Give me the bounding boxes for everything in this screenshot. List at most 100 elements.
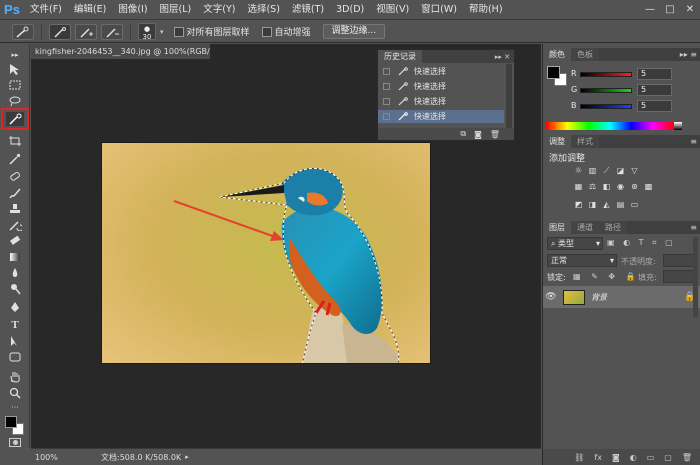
layer-filter-icons[interactable]: ▣ ◐ T ⌗ ▢ (607, 238, 676, 248)
brush-tool-icon[interactable] (6, 186, 24, 200)
menu-layer[interactable]: 图层(L) (154, 0, 198, 20)
channel-mixer-icon[interactable]: ⊛ (629, 182, 640, 192)
restore-button[interactable]: □ (660, 0, 680, 20)
menu-edit[interactable]: 编辑(E) (68, 0, 112, 20)
history-item[interactable]: 快速选择 (378, 80, 504, 93)
lasso-tool-icon[interactable] (6, 94, 24, 108)
crop-tool-icon[interactable] (6, 134, 24, 148)
red-value-field[interactable]: 5 (637, 68, 672, 80)
sample-all-layers-option[interactable]: 对所有图层取样 (173, 25, 250, 38)
history-snapshot-checkbox[interactable] (383, 83, 390, 90)
hand-tool-icon[interactable] (6, 370, 24, 384)
history-snapshot-checkbox[interactable] (383, 98, 390, 105)
camera-snapshot-icon[interactable]: ◙ (474, 130, 482, 139)
history-item[interactable]: 快速选择 (378, 95, 504, 108)
new-document-from-state-icon[interactable]: ⧉ (460, 129, 466, 139)
black-white-icon[interactable]: ◧ (601, 182, 612, 192)
history-snapshot-checkbox[interactable] (383, 113, 390, 120)
exposure-icon[interactable]: ◪ (615, 166, 626, 176)
pen-tool-icon[interactable] (6, 300, 24, 314)
green-slider[interactable] (580, 88, 632, 93)
blue-slider[interactable] (580, 104, 632, 109)
threshold-icon[interactable]: ◭ (601, 200, 612, 210)
tab-channels[interactable]: 通道 (571, 221, 599, 234)
eraser-tool-icon[interactable] (6, 234, 24, 248)
history-scrollbar[interactable] (506, 64, 512, 128)
clone-stamp-tool-icon[interactable] (6, 202, 24, 216)
new-layer-icon[interactable]: ▢ (664, 453, 672, 462)
close-button[interactable]: ✕ (680, 0, 700, 20)
healing-brush-tool-icon[interactable] (6, 170, 24, 184)
trash-icon[interactable]: 🗑 (682, 453, 692, 462)
document-info[interactable]: 文档:508.0 K/508.0K (61, 452, 181, 463)
image-canvas[interactable] (101, 142, 431, 364)
blur-tool-icon[interactable] (6, 266, 24, 280)
history-brush-tool-icon[interactable] (6, 218, 24, 232)
eyedropper-tool-icon[interactable] (6, 152, 24, 166)
status-arrow-icon[interactable]: ▸ (185, 453, 189, 461)
new-selection-mode[interactable] (49, 23, 71, 40)
black-white-ramp[interactable] (674, 122, 682, 130)
hue-saturation-icon[interactable]: ▦ (573, 182, 584, 192)
posterize-icon[interactable]: ◨ (587, 200, 598, 210)
marquee-tool-icon[interactable] (6, 78, 24, 92)
auto-enhance-option[interactable]: 自动增强 (261, 25, 311, 38)
brush-size-picker[interactable]: ● 30 (138, 23, 156, 41)
tab-adjustments[interactable]: 调整 (543, 135, 571, 148)
menu-3d[interactable]: 3D(D) (330, 0, 370, 20)
zoom-level[interactable]: 100% (31, 453, 61, 462)
quick-mask-icon[interactable] (9, 438, 21, 447)
tab-styles[interactable]: 样式 (571, 135, 599, 148)
menu-view[interactable]: 视图(V) (370, 0, 415, 20)
menu-image[interactable]: 图像(I) (112, 0, 153, 20)
adjustment-layer-icon[interactable]: ◐ (630, 453, 637, 462)
dodge-tool-icon[interactable] (6, 282, 24, 296)
layers-scrollbar[interactable] (693, 237, 698, 317)
vibrance-icon[interactable]: ▽ (629, 166, 640, 176)
tab-layers[interactable]: 图层 (543, 221, 571, 234)
path-selection-tool-icon[interactable] (6, 334, 24, 348)
new-group-icon[interactable]: ▭ (647, 453, 655, 462)
auto-enhance-checkbox[interactable] (261, 26, 272, 37)
opacity-field[interactable] (663, 254, 695, 267)
more-tools-icon[interactable]: ··· (6, 400, 24, 414)
blend-mode-select[interactable]: 正常 ▾ (547, 254, 617, 267)
document-tab[interactable]: kingfisher-2046453__340.jpg @ 100%(RGB/8… (31, 44, 211, 59)
layer-name[interactable]: 背景 (591, 292, 684, 303)
history-snapshot-checkbox[interactable] (383, 68, 390, 75)
tab-paths[interactable]: 路径 (599, 221, 627, 234)
tab-swatches[interactable]: 色板 (571, 48, 599, 61)
color-lookup-icon[interactable]: ▩ (643, 182, 654, 192)
fill-field[interactable] (663, 270, 695, 283)
history-item-selected[interactable]: 快速选择 (378, 110, 504, 123)
gradient-map-icon[interactable]: ▭ (629, 200, 640, 210)
menu-type[interactable]: 文字(Y) (197, 0, 241, 20)
tab-color[interactable]: 颜色 (543, 48, 571, 61)
panel-menu-icon[interactable]: ≡ (690, 137, 697, 146)
subtract-from-selection-mode[interactable] (101, 23, 123, 40)
tab-history[interactable]: 历史记录 (378, 50, 422, 63)
lock-icons[interactable]: ▦ ✎ ✥ 🔒 (573, 272, 640, 281)
tool-preset-picker[interactable] (12, 23, 34, 40)
refine-edge-button[interactable]: 调整边缘... (322, 24, 386, 39)
menu-window[interactable]: 窗口(W) (415, 0, 463, 20)
gradient-tool-icon[interactable] (6, 250, 24, 264)
layer-filter-kind[interactable]: ⌕ 类型 ▾ (547, 237, 603, 250)
selective-color-icon[interactable]: ▤ (615, 200, 626, 210)
panel-collapse-icon[interactable]: ▸▸ ✕ (495, 53, 514, 61)
curves-icon[interactable]: ⟋ (601, 166, 612, 176)
trash-icon[interactable]: 🗑 (490, 130, 500, 139)
blue-value-field[interactable]: 5 (637, 100, 672, 112)
foreground-color-swatch[interactable] (5, 416, 17, 428)
layer-style-icon[interactable]: fx (594, 453, 602, 462)
toolbox-collapse-icon[interactable]: ▸▸ (6, 48, 24, 62)
photo-filter-icon[interactable]: ◉ (615, 182, 626, 192)
link-layers-icon[interactable]: ⛓ (574, 453, 584, 462)
color-spectrum-bar[interactable] (546, 122, 674, 130)
layer-row-background[interactable]: 👁 背景 🔒 (543, 286, 700, 308)
green-value-field[interactable]: 5 (637, 84, 672, 96)
sample-all-layers-checkbox[interactable] (173, 26, 184, 37)
history-item[interactable]: 快速选择 (378, 65, 504, 78)
eye-icon[interactable]: 👁 (543, 292, 559, 302)
menu-select[interactable]: 选择(S) (241, 0, 285, 20)
